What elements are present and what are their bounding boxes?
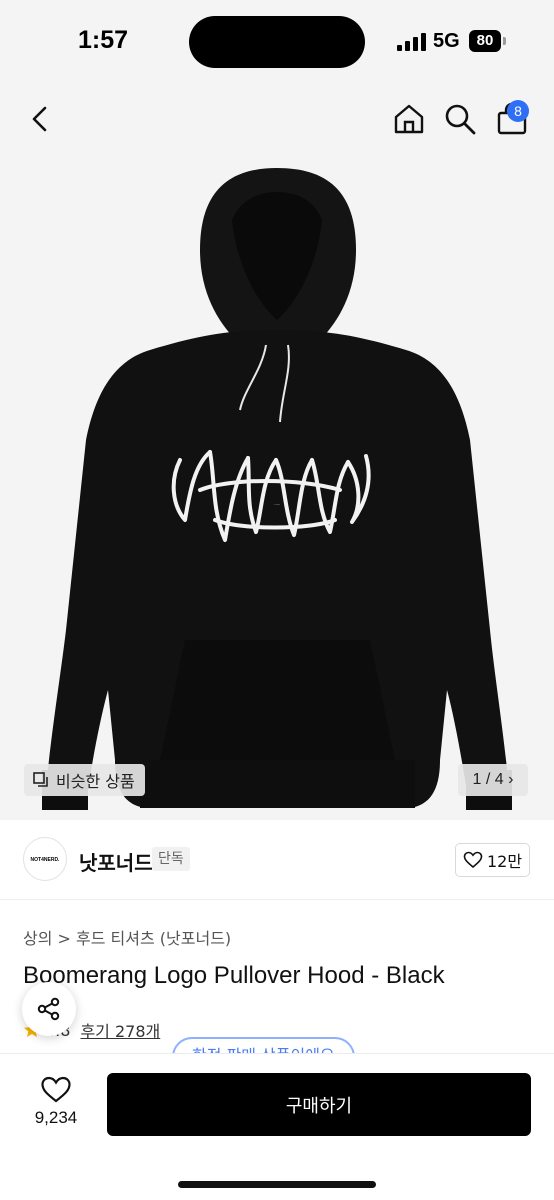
- status-bar: 1:57 5G 80: [0, 0, 554, 84]
- battery-cap: [503, 37, 506, 45]
- home-indicator: [178, 1181, 376, 1188]
- brand-like-button[interactable]: 12만: [455, 843, 530, 877]
- buy-button[interactable]: 구매하기: [107, 1073, 531, 1136]
- wishlist-count: 9,234: [34, 1108, 78, 1127]
- network-label: 5G: [433, 30, 460, 52]
- nav-bar: [0, 84, 554, 160]
- chevron-left-icon[interactable]: [22, 101, 58, 137]
- brand-like-count: 12만: [486, 852, 523, 871]
- product-image[interactable]: NOT4NERD 비슷한 상품 1 / 4 ›: [0, 160, 554, 820]
- home-icon[interactable]: [391, 101, 427, 137]
- brand-row: NOT4NERD. 낫포너드 단독 12만: [0, 820, 554, 900]
- breadcrumb[interactable]: 상의 > 후드 티셔츠 (낫포너드): [23, 925, 231, 949]
- copy-icon: [33, 772, 48, 787]
- share-icon: [37, 997, 60, 1021]
- search-icon[interactable]: [442, 101, 478, 137]
- brand-name[interactable]: 낫포너드: [79, 847, 153, 876]
- share-button[interactable]: [22, 982, 76, 1036]
- review-count-link[interactable]: 후기 278개: [80, 1018, 160, 1042]
- image-page-indicator[interactable]: 1 / 4 ›: [458, 764, 528, 796]
- product-title: Boomerang Logo Pullover Hood - Black: [23, 962, 445, 989]
- cart-count-badge: 8: [507, 100, 529, 122]
- hoodie-image: NOT4NERD: [42, 168, 512, 810]
- status-time: 1:57: [78, 26, 129, 54]
- similar-products-label: 비슷한 상품: [56, 772, 135, 791]
- signal-icon: [397, 33, 427, 51]
- similar-products-button[interactable]: 비슷한 상품: [24, 764, 145, 796]
- battery-icon: 80: [469, 30, 501, 52]
- brand-logo[interactable]: NOT4NERD.: [23, 837, 67, 881]
- heart-icon: [463, 851, 483, 869]
- exclusive-badge: 단독: [152, 847, 190, 871]
- dynamic-island: [189, 16, 365, 68]
- wishlist-heart-icon[interactable]: [40, 1076, 72, 1104]
- hoodie-artwork-text: NOT4NERD: [274, 504, 280, 506]
